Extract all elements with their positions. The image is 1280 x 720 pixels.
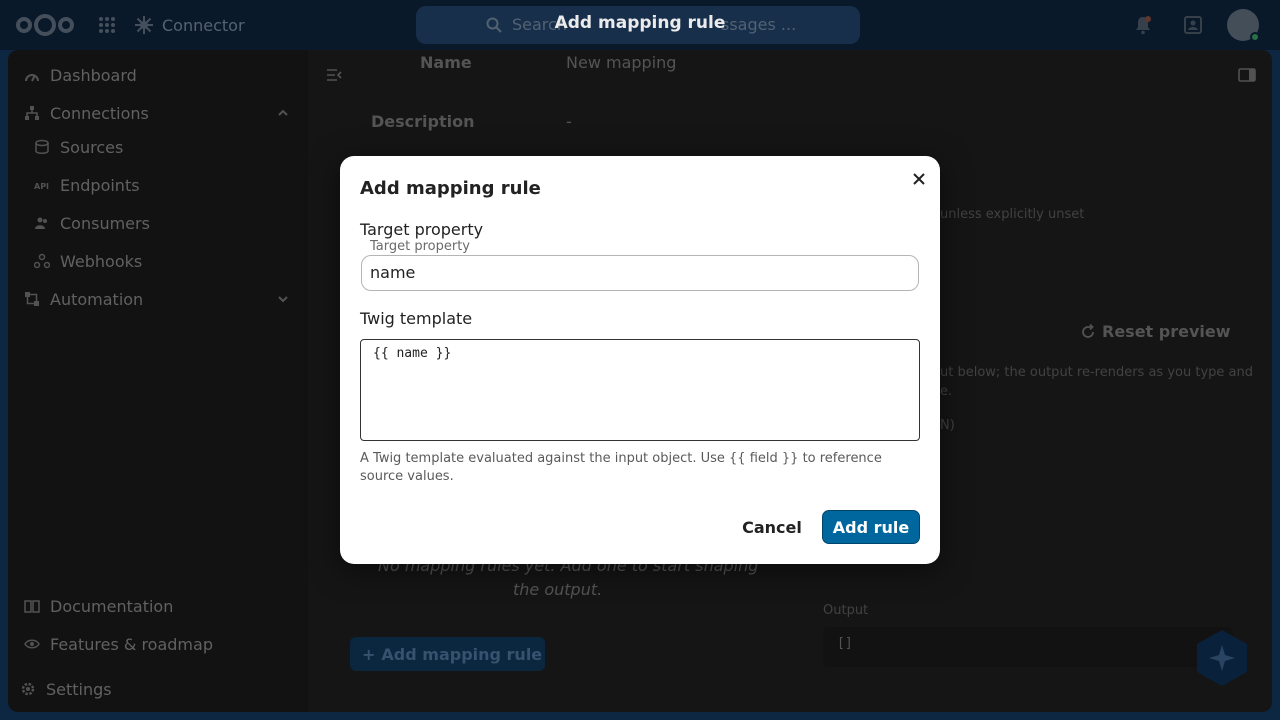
- close-button[interactable]: [906, 166, 932, 192]
- target-property-value: name: [370, 263, 416, 282]
- close-icon: [913, 173, 925, 185]
- dialog-title: Add mapping rule: [360, 178, 541, 199]
- cancel-button[interactable]: Cancel: [732, 510, 812, 544]
- add-mapping-rule-dialog: Add mapping rule Target property Target …: [340, 156, 940, 564]
- target-property-label: Target property: [360, 220, 484, 239]
- add-rule-button[interactable]: Add rule: [822, 510, 920, 544]
- twig-template-label: Twig template: [360, 309, 473, 328]
- target-property-floating-label: Target property: [366, 239, 475, 254]
- twig-template-textarea[interactable]: {{ name }}: [360, 339, 920, 441]
- target-property-input[interactable]: [361, 255, 919, 291]
- twig-template-help-text: A Twig template evaluated against the in…: [360, 451, 882, 484]
